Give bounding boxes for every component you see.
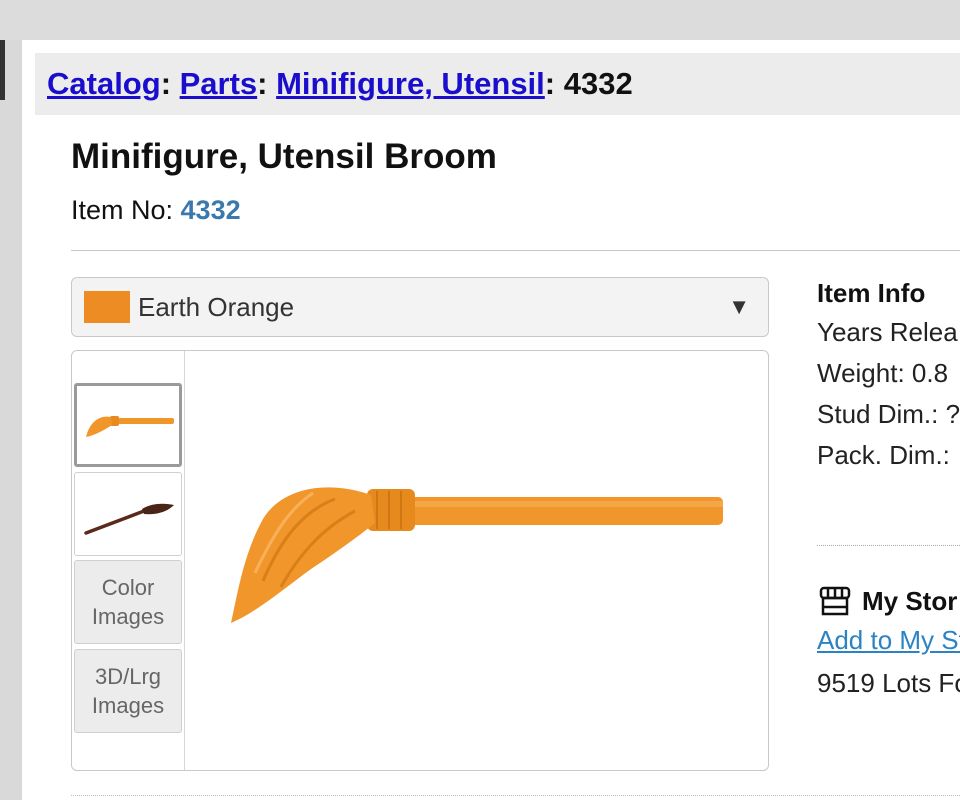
item-info-panel: Item Info Years Relea Weight: 0.8 Stud D… <box>817 278 960 481</box>
weight: Weight: 0.8 <box>817 358 949 388</box>
color-images-button[interactable]: Color Images <box>74 560 182 644</box>
store-icon <box>819 586 851 616</box>
main-image <box>185 351 768 770</box>
broom-image <box>231 487 723 623</box>
breadcrumb-separator: : <box>257 66 277 101</box>
item-number-value: 4332 <box>180 195 241 225</box>
divider <box>71 795 960 796</box>
thumbnail-broom-brown[interactable] <box>74 472 182 556</box>
breadcrumb: Catalog : Parts : Minifigure, Utensil : … <box>35 53 960 115</box>
thumbnail-column: Color Images 3D/Lrg Images <box>72 351 185 770</box>
add-to-my-store-link[interactable]: Add to My St <box>817 625 960 656</box>
browser-top-area <box>0 0 960 40</box>
color-select-value: Earth Orange <box>138 291 295 322</box>
page-title: Minifigure, Utensil Broom <box>71 137 497 176</box>
broom-orange-thumb-icon <box>86 416 174 437</box>
breadcrumb-separator: : <box>544 66 564 101</box>
years-released: Years Relea <box>817 317 958 347</box>
my-store-title: My Stor <box>862 585 958 616</box>
breadcrumb-current: 4332 <box>563 66 633 101</box>
image-viewer: Color Images 3D/Lrg Images <box>71 350 769 771</box>
my-store-heading: My Stor <box>818 585 957 617</box>
lrg-images-label: 3D/Lrg Images <box>91 664 165 718</box>
divider <box>817 545 960 546</box>
color-swatch <box>84 291 130 323</box>
broom-brown-thumb-icon <box>84 503 174 535</box>
item-info-title: Item Info <box>817 278 926 308</box>
breadcrumb-catalog-link[interactable]: Catalog <box>47 66 161 102</box>
stud-dimensions: Stud Dim.: ? <box>817 399 960 429</box>
thumbnail-broom-orange[interactable] <box>74 383 182 467</box>
window-edge <box>0 40 5 100</box>
lots-for-sale: 9519 Lots Fo <box>817 668 960 698</box>
catalog-page: Catalog : Parts : Minifigure, Utensil : … <box>22 40 960 800</box>
breadcrumb-category-link[interactable]: Minifigure, Utensil <box>276 66 545 102</box>
dropdown-caret-icon: ▼ <box>728 294 750 319</box>
breadcrumb-parts-link[interactable]: Parts <box>180 66 258 102</box>
divider <box>71 250 960 251</box>
color-images-label: Color Images <box>91 575 165 629</box>
item-number: Item No: 4332 <box>71 195 241 226</box>
pack-dimensions: Pack. Dim.: <box>817 440 950 470</box>
breadcrumb-separator: : <box>160 66 180 101</box>
color-select[interactable]: Earth Orange ▼ <box>71 277 769 337</box>
item-number-label: Item No: <box>71 195 181 225</box>
lrg-images-button[interactable]: 3D/Lrg Images <box>74 649 182 733</box>
